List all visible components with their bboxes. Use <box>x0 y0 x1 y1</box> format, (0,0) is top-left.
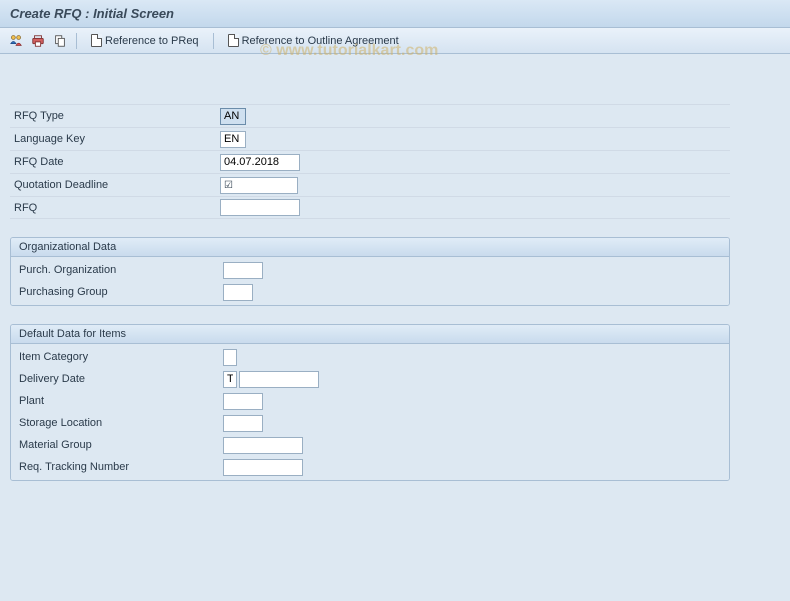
rfq-date-input[interactable] <box>220 154 300 171</box>
rfq-type-label: RFQ Type <box>10 110 220 122</box>
organizational-data-group: Organizational Data Purch. Organization … <box>10 237 730 306</box>
main-fields-block: RFQ Type Language Key RFQ Date Quotation… <box>10 104 730 219</box>
rfq-label: RFQ <box>10 202 220 214</box>
reference-preq-label: Reference to PReq <box>105 35 199 47</box>
field-row-purch-group: Purchasing Group <box>15 281 725 303</box>
storage-location-label: Storage Location <box>15 417 223 429</box>
field-row-language-key: Language Key <box>10 127 730 150</box>
rfq-type-input[interactable] <box>220 108 246 125</box>
field-row-storage-location: Storage Location <box>15 412 725 434</box>
req-tracking-label: Req. Tracking Number <box>15 461 223 473</box>
reference-to-outline-button[interactable]: Reference to Outline Agreement <box>222 32 405 49</box>
delivery-date-category-input[interactable] <box>223 371 237 388</box>
field-row-rfq: RFQ <box>10 196 730 219</box>
rfq-input[interactable] <box>220 199 300 216</box>
storage-location-input[interactable] <box>223 415 263 432</box>
field-row-item-category: Item Category <box>15 346 725 368</box>
language-key-label: Language Key <box>10 133 220 145</box>
default-data-items-header: Default Data for Items <box>11 325 729 344</box>
rfq-date-label: RFQ Date <box>10 156 220 168</box>
item-category-label: Item Category <box>15 351 223 363</box>
field-row-req-tracking: Req. Tracking Number <box>15 456 725 478</box>
quotation-deadline-input[interactable] <box>236 177 298 194</box>
toolbar-separator <box>213 33 214 49</box>
organizational-data-body: Purch. Organization Purchasing Group <box>11 257 729 305</box>
quotation-deadline-label: Quotation Deadline <box>10 179 220 191</box>
purch-org-input[interactable] <box>223 262 263 279</box>
field-row-rfq-date: RFQ Date <box>10 150 730 173</box>
quotation-deadline-required-marker: ☑ <box>220 177 237 194</box>
purch-org-label: Purch. Organization <box>15 264 223 276</box>
print-icon[interactable] <box>30 33 46 49</box>
reference-outline-label: Reference to Outline Agreement <box>242 35 399 47</box>
field-row-quotation-deadline: Quotation Deadline ☑ <box>10 173 730 196</box>
language-key-input[interactable] <box>220 131 246 148</box>
toolbar-separator <box>76 33 77 49</box>
reference-to-preq-button[interactable]: Reference to PReq <box>85 32 205 49</box>
default-data-items-group: Default Data for Items Item Category Del… <box>10 324 730 481</box>
field-row-purch-org: Purch. Organization <box>15 259 725 281</box>
plant-input[interactable] <box>223 393 263 410</box>
material-group-label: Material Group <box>15 439 223 451</box>
req-tracking-input[interactable] <box>223 459 303 476</box>
delivery-date-label: Delivery Date <box>15 373 223 385</box>
purch-group-input[interactable] <box>223 284 253 301</box>
item-category-input[interactable] <box>223 349 237 366</box>
document-icon <box>228 34 239 47</box>
delivery-date-input[interactable] <box>239 371 319 388</box>
field-row-plant: Plant <box>15 390 725 412</box>
content-area: RFQ Type Language Key RFQ Date Quotation… <box>0 54 790 601</box>
purch-group-label: Purchasing Group <box>15 286 223 298</box>
title-bar: Create RFQ : Initial Screen <box>0 0 790 28</box>
material-group-input[interactable] <box>223 437 303 454</box>
field-row-rfq-type: RFQ Type <box>10 104 730 127</box>
document-icon <box>91 34 102 47</box>
application-toolbar: Reference to PReq Reference to Outline A… <box>0 28 790 54</box>
field-row-delivery-date: Delivery Date <box>15 368 725 390</box>
organizational-data-header: Organizational Data <box>11 238 729 257</box>
copy-icon[interactable] <box>52 33 68 49</box>
plant-label: Plant <box>15 395 223 407</box>
field-row-material-group: Material Group <box>15 434 725 456</box>
page-title: Create RFQ : Initial Screen <box>10 6 174 21</box>
header-details-icon[interactable] <box>8 33 24 49</box>
default-data-items-body: Item Category Delivery Date Plant Storag… <box>11 344 729 480</box>
